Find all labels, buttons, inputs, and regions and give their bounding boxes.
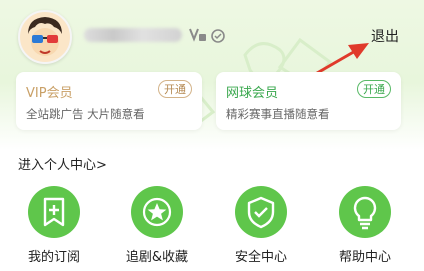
profile-header: 退出 VIP会员 开通 全站跳广告 大片随意看 网球会员 开通 精彩赛事直播随意… <box>0 0 424 150</box>
sport-open-button[interactable]: 开通 <box>357 80 391 98</box>
function-label: 追剧&收藏 <box>125 250 189 265</box>
function-label: 帮助中心 <box>338 250 391 265</box>
vip-open-button[interactable]: 开通 <box>158 80 192 98</box>
function-help[interactable]: 帮助中心 <box>325 186 405 265</box>
function-favorites[interactable]: 追剧&收藏 <box>117 186 197 265</box>
bookmark-plus-icon <box>28 186 80 238</box>
star-icon <box>131 186 183 238</box>
function-security[interactable]: 安全中心 <box>221 186 301 265</box>
function-label: 我的订阅 <box>27 250 80 265</box>
vip-card-desc: 全站跳广告 大片随意看 <box>26 107 145 121</box>
vip-card-title: VIP会员 <box>26 86 73 101</box>
function-subscribe[interactable]: 我的订阅 <box>14 186 94 265</box>
logout-button[interactable]: 退出 <box>371 26 399 46</box>
sport-card-title: 网球会员 <box>226 86 279 101</box>
function-label: 安全中心 <box>234 250 287 265</box>
personal-center-link[interactable]: 进入个人中心> <box>18 154 107 173</box>
vip-level-badge-icon <box>189 28 225 43</box>
sport-card[interactable]: 网球会员 开通 精彩赛事直播随意看 <box>216 72 401 130</box>
sport-card-desc: 精彩赛事直播随意看 <box>226 107 330 121</box>
shield-check-icon <box>235 186 287 238</box>
lightbulb-icon <box>339 186 391 238</box>
username-blurred <box>84 28 182 42</box>
avatar[interactable] <box>18 10 72 64</box>
vip-card[interactable]: VIP会员 开通 全站跳广告 大片随意看 <box>16 72 202 130</box>
